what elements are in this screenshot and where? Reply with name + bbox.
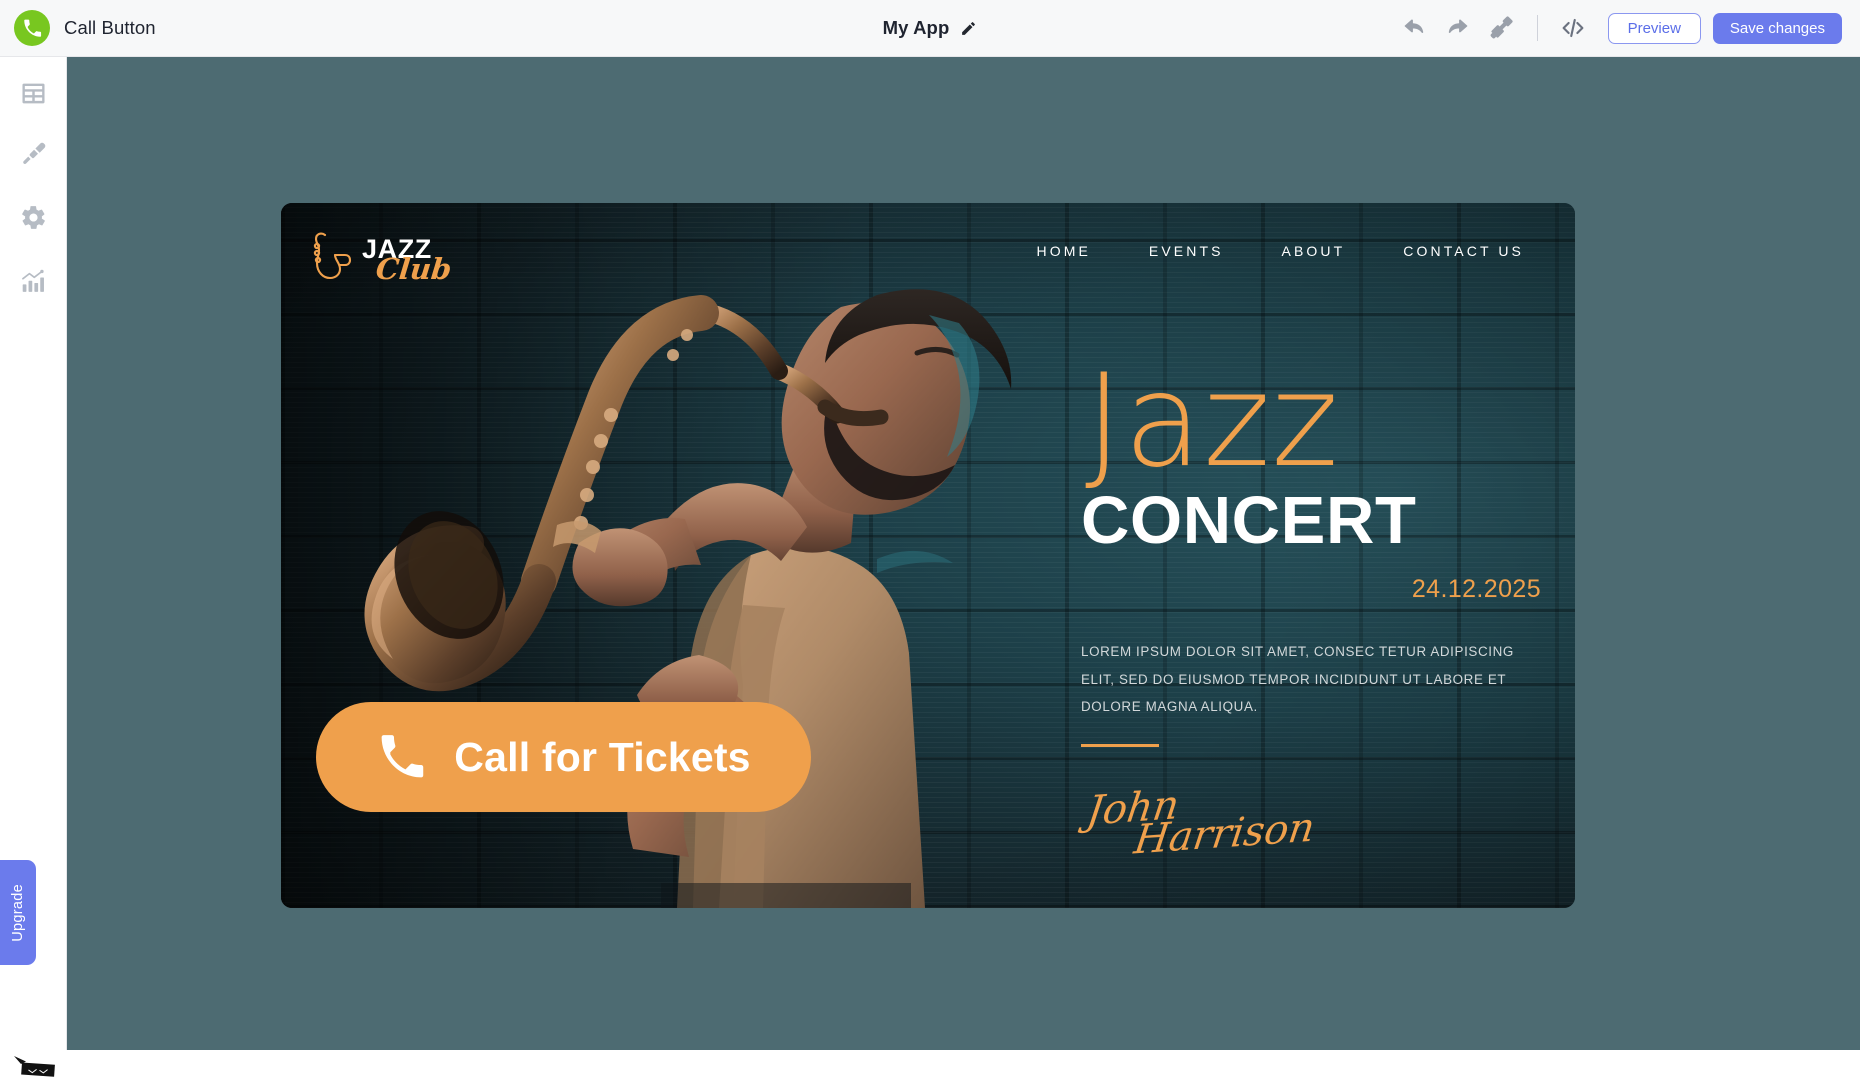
hero-body-text: LOREM IPSUM DOLOR SIT AMET, CONSEC TETUR…: [1081, 644, 1514, 715]
hero-section[interactable]: JAZZ Club HOME EVENTS ABOUT CONTACT US J…: [281, 203, 1575, 908]
upgrade-label: Upgrade: [10, 883, 26, 942]
saxophone-icon: [307, 230, 353, 286]
phone-icon: [376, 731, 428, 783]
upgrade-button[interactable]: Upgrade: [0, 860, 36, 965]
sidebar-item-design[interactable]: [0, 121, 67, 185]
call-for-tickets-button[interactable]: Call for Tickets: [316, 702, 811, 812]
redo-button[interactable]: [1436, 8, 1480, 48]
hero-text-block: Jazz CONCERT 24.12.2025 LOREM IPSUM DOLO…: [1081, 347, 1551, 901]
nav-link-about[interactable]: ABOUT: [1253, 243, 1375, 259]
hero-date: 24.12.2025: [1411, 575, 1541, 604]
top-bar: Call Button My App Preview Save changes: [0, 0, 1860, 57]
layout-grid-icon: [20, 80, 47, 107]
paint-brush-icon: [20, 140, 47, 167]
logo-wordmark: JAZZ Club: [362, 233, 454, 286]
analytics-chart-icon: [20, 268, 47, 295]
undo-button[interactable]: [1392, 8, 1436, 48]
nav-link-contact-us[interactable]: CONTACT US: [1374, 243, 1553, 259]
logo-club-text: Club: [374, 251, 454, 286]
signature-last-name: Harrison: [1131, 804, 1318, 865]
toolbar-divider: [1536, 15, 1538, 41]
jazz-club-logo: JAZZ Club: [307, 230, 454, 286]
editor-canvas[interactable]: JAZZ Club HOME EVENTS ABOUT CONTACT US J…: [67, 57, 1860, 1050]
paint-roller-icon[interactable]: [1480, 8, 1524, 48]
hero-title-script: Jazz: [1085, 347, 1340, 496]
corner-logo-badge: [12, 1053, 59, 1079]
hero-title-bold: CONCERT: [1081, 482, 1417, 558]
save-changes-button[interactable]: Save changes: [1712, 12, 1842, 44]
toolbar: Preview Save changes: [1392, 8, 1860, 48]
hero-nav: HOME EVENTS ABOUT CONTACT US: [1008, 243, 1553, 259]
phone-icon: [14, 10, 50, 46]
hero-divider: [1081, 744, 1159, 748]
pencil-icon[interactable]: [960, 20, 977, 37]
hero-signature: John Harrison: [1071, 722, 1561, 903]
sidebar-item-layout[interactable]: [0, 57, 67, 121]
brand: Call Button: [0, 10, 330, 46]
nav-link-events[interactable]: EVENTS: [1120, 243, 1253, 259]
preview-button[interactable]: Preview: [1607, 12, 1701, 44]
code-icon[interactable]: [1551, 8, 1595, 48]
sidebar-item-analytics[interactable]: [0, 249, 67, 313]
page-title: My App: [882, 17, 950, 38]
sidebar-item-settings[interactable]: [0, 185, 67, 249]
cta-label: Call for Tickets: [454, 733, 751, 780]
brand-title: Call Button: [64, 17, 156, 38]
gear-icon: [20, 204, 47, 231]
nav-link-home[interactable]: HOME: [1008, 243, 1120, 259]
left-sidebar: Upgrade: [0, 57, 67, 1077]
